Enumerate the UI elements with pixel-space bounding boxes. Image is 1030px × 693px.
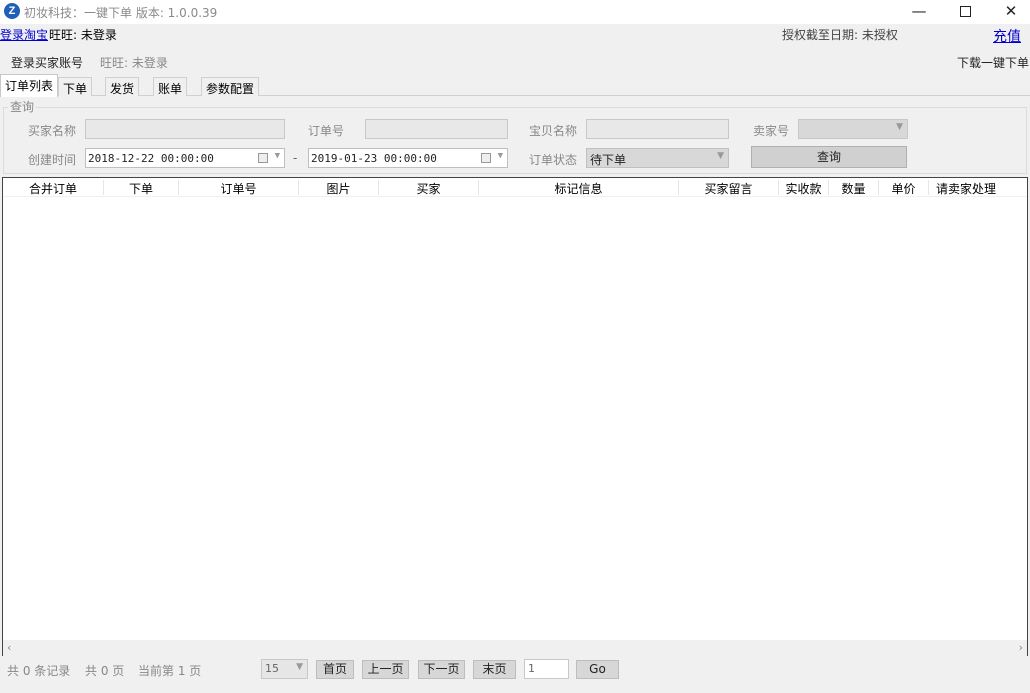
column-header-paid[interactable]: 实收款 [778,180,828,196]
date-to-picker[interactable]: 2019-01-23 00:00:00 ▼ [308,148,508,168]
window-title: 初妆科技：一键下单 版本: 1.0.0.39 [24,6,218,20]
page-size-select[interactable]: 15 ▼ [261,659,308,679]
login-buyer-button[interactable]: 登录买家账号 [11,54,83,71]
chevron-down-icon: ▼ [296,662,303,672]
horizontal-scrollbar[interactable]: ‹ › [3,640,1027,656]
buyer-wangwang-status: 旺旺: 未登录 [100,56,168,70]
column-header-seller-action[interactable]: 请卖家处理 [928,180,1003,196]
next-page-button[interactable]: 下一页 [418,660,465,679]
tab-order-list[interactable]: 订单列表 [0,74,59,97]
tab-bills[interactable]: 账单 [153,77,188,96]
page-size-value: 15 [265,662,279,675]
tab-place-order[interactable]: 下单 [58,77,93,96]
seller-no-label: 卖家号 [753,124,790,138]
column-header-place-order[interactable]: 下单 [103,180,178,196]
grid-header: 合并订单 下单 订单号 图片 买家 标记信息 买家留言 实收款 数量 单价 请卖… [3,178,1027,197]
chevron-down-icon: ▼ [896,122,903,132]
maximize-button[interactable] [942,0,988,24]
buyer-name-label: 买家名称 [28,124,77,138]
order-grid[interactable]: 合并订单 下单 订单号 图片 买家 标记信息 买家留言 实收款 数量 单价 请卖… [2,177,1028,656]
date-separator: - [293,151,298,165]
column-header-merge[interactable]: 合并订单 [3,180,103,196]
total-records: 共 0 条记录 [7,664,71,678]
login-taobao-link[interactable]: 登录淘宝 [0,26,48,43]
query-legend: 查询 [8,98,37,115]
wangwang-status: 旺旺: 未登录 [49,28,117,42]
column-header-image[interactable]: 图片 [298,180,378,196]
recharge-link[interactable]: 充值 [993,26,1021,46]
column-header-quantity[interactable]: 数量 [828,180,878,196]
tab-bar: 订单列表 下单 发货 账单 参数配置 [0,74,1030,97]
query-button[interactable]: 查询 [751,146,907,168]
prev-page-button[interactable]: 上一页 [362,660,409,679]
calendar-icon [258,153,268,163]
chevron-down-icon: ▼ [497,151,503,161]
close-button[interactable]: ✕ [988,0,1030,24]
calendar-icon [481,153,491,163]
minimize-button[interactable]: — [896,0,942,24]
go-button[interactable]: Go [576,660,619,679]
item-name-label: 宝贝名称 [529,124,578,138]
tab-shipping[interactable]: 发货 [105,77,140,96]
maximize-icon [959,6,971,17]
last-page-button[interactable]: 末页 [473,660,516,679]
scroll-right-icon[interactable]: › [1019,641,1023,654]
title-bar: Z 初妆科技：一键下单 版本: 1.0.0.39 — ✕ [0,0,1030,24]
column-header-buyer[interactable]: 买家 [378,180,478,196]
order-status-select[interactable]: 待下单 ▼ [586,148,729,168]
column-header-mark-info[interactable]: 标记信息 [478,180,678,196]
page-number-input[interactable]: 1 [524,659,569,679]
date-to-value: 2019-01-23 00:00:00 [311,152,437,165]
column-header-buyer-message[interactable]: 买家留言 [678,180,778,196]
created-time-label: 创建时间 [28,153,77,167]
chevron-down-icon: ▼ [717,151,724,161]
auth-expiry-label: 授权截至日期: 未授权 [782,28,898,42]
download-order-button[interactable]: 下载一键下单 [957,54,1029,71]
order-no-input[interactable] [365,119,508,139]
tab-settings[interactable]: 参数配置 [201,77,260,96]
seller-no-select[interactable]: ▼ [798,119,908,139]
first-page-button[interactable]: 首页 [316,660,354,679]
total-pages: 共 0 页 [85,664,125,678]
item-name-input[interactable] [586,119,729,139]
column-header-order-no[interactable]: 订单号 [178,180,298,196]
chevron-down-icon: ▼ [274,151,280,161]
scroll-left-icon[interactable]: ‹ [7,641,11,654]
order-status-label: 订单状态 [529,153,578,167]
buyer-name-input[interactable] [85,119,285,139]
order-status-value: 待下单 [590,153,627,167]
app-logo-icon: Z [4,3,20,19]
date-from-picker[interactable]: 2018-12-22 00:00:00 ▼ [85,148,285,168]
column-header-unit-price[interactable]: 单价 [878,180,928,196]
current-page: 当前第 1 页 [138,664,202,678]
order-no-label: 订单号 [308,124,345,138]
date-from-value: 2018-12-22 00:00:00 [88,152,214,165]
